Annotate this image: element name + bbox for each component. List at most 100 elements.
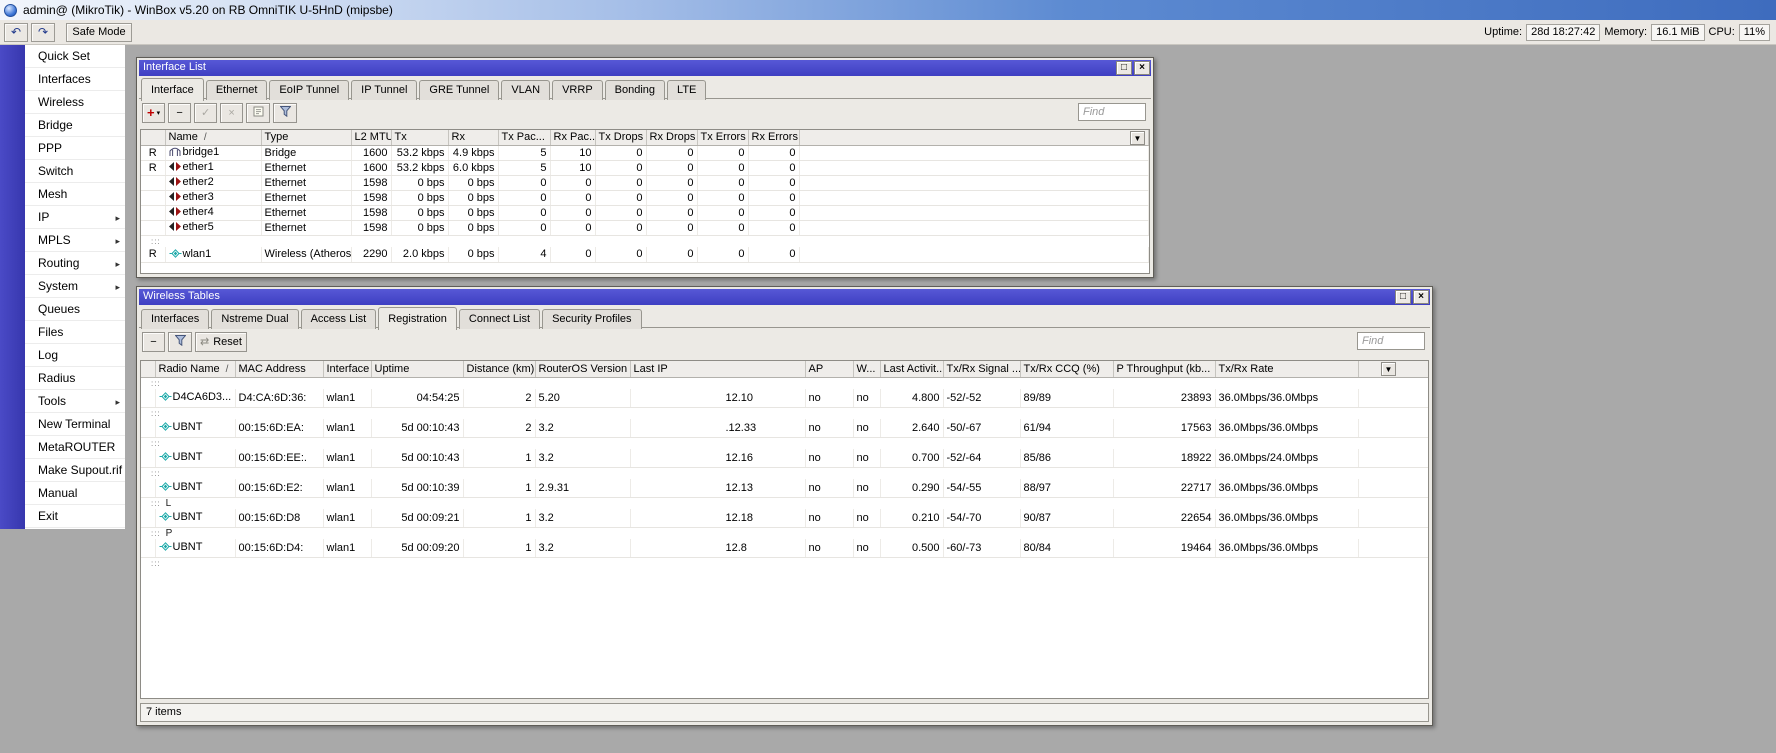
cell-radio-name[interactable]: UBNT (155, 449, 236, 468)
column-header-item[interactable] (141, 361, 156, 378)
comment-row[interactable]: ::: (141, 407, 1428, 419)
table-row[interactable]: ether2 Ethernet 1598 0 bps 0 bps 0 0 0 0 0 0 (141, 175, 1149, 191)
column-header-type[interactable]: Type (261, 130, 352, 146)
cell-type[interactable]: Ethernet (261, 190, 352, 206)
cell-last-ip[interactable]: .12.33 (630, 419, 806, 438)
column-header-tx-rx-ccq[interactable]: Tx/Rx CCQ (%) (1020, 361, 1114, 378)
cell-ap[interactable]: no (805, 449, 854, 468)
sidebar-item-radius[interactable]: Radius (25, 367, 125, 390)
cell-tx-packet[interactable]: 4 (498, 247, 551, 263)
sidebar-item-files[interactable]: Files (25, 321, 125, 344)
cell-name[interactable]: ether1 (165, 160, 262, 176)
table-row[interactable]: ether3 Ethernet 1598 0 bps 0 bps 0 0 0 0 0 0 (141, 190, 1149, 206)
table-row[interactable]: UBNT 00:15:6D:EE:. wlan1 5d 00:10:43 1 3.2 12.… (141, 449, 1428, 468)
cell-flag[interactable]: R (141, 160, 166, 176)
cell-uptime[interactable]: 04:54:25 (371, 389, 464, 408)
sidebar-item-ip[interactable]: IP ▸ (25, 206, 125, 229)
cell-mac-address[interactable]: 00:15:6D:D8 (235, 509, 324, 528)
cell-type[interactable]: Bridge (261, 145, 352, 161)
tab-security-profiles[interactable]: Security Profiles (542, 309, 642, 329)
sidebar-item-make-supout-rif[interactable]: Make Supout.rif (25, 459, 125, 482)
cell-last-activity[interactable]: 0.700 (880, 449, 944, 468)
cell-ap[interactable]: no (805, 479, 854, 498)
cell-type[interactable]: Ethernet (261, 160, 352, 176)
column-selector-dropdown-icon[interactable]: ▼ (1130, 131, 1145, 145)
cell-interface[interactable]: wlan1 (323, 539, 372, 558)
cell-rx-drops[interactable]: 0 (646, 160, 698, 176)
cell-tx[interactable]: 0 bps (391, 220, 449, 236)
tab-vrrp[interactable]: VRRP (552, 80, 603, 100)
comment-row[interactable]: ::: P (141, 527, 1428, 539)
cell-routeros-version[interactable]: 3.2 (535, 419, 631, 438)
cell-tx-drops[interactable]: 0 (595, 205, 647, 221)
column-header-rx-pac[interactable]: Rx Pac... (550, 130, 596, 146)
table-row[interactable]: UBNT 00:15:6D:D4: wlan1 5d 00:09:20 1 3.2 12.8… (141, 539, 1428, 558)
cell-tx-packet[interactable]: 0 (498, 175, 551, 191)
comment-row[interactable]: ::: L (141, 497, 1428, 509)
cell-p-throughput[interactable]: 22717 (1113, 479, 1216, 498)
cell-tx-drops[interactable]: 0 (595, 247, 647, 263)
column-header-tx[interactable]: Tx (391, 130, 449, 146)
cell-sel[interactable] (141, 509, 156, 528)
close-icon[interactable]: × (1413, 290, 1429, 304)
comment-row[interactable]: ::: (141, 467, 1428, 479)
cell-last-activity[interactable]: 2.640 (880, 419, 944, 438)
cell-radio-name[interactable]: UBNT (155, 509, 236, 528)
cell-tx[interactable]: 53.2 kbps (391, 145, 449, 161)
column-header-tx-pac[interactable]: Tx Pac... (498, 130, 551, 146)
column-header-uptime[interactable]: Uptime (371, 361, 464, 378)
column-header-item[interactable] (141, 130, 166, 146)
cell-flag[interactable]: R (141, 247, 166, 263)
find-input[interactable] (1078, 103, 1146, 121)
cell-rx-drops[interactable]: 0 (646, 220, 698, 236)
cell-tx-drops[interactable]: 0 (595, 220, 647, 236)
cell-rx-errors[interactable]: 0 (748, 175, 800, 191)
cell-last-ip[interactable]: 12.8 (630, 539, 806, 558)
cell-interface[interactable]: wlan1 (323, 419, 372, 438)
table-row[interactable]: ether5 Ethernet 1598 0 bps 0 bps 0 0 0 0 0 0 (141, 220, 1149, 236)
cell-rate[interactable]: 36.0Mbps/36.0Mbps (1215, 419, 1359, 438)
sidebar-item-exit[interactable]: Exit (25, 505, 125, 528)
cell-wds[interactable]: no (853, 479, 881, 498)
wireless-tables-titlebar[interactable]: Wireless Tables □ × (139, 289, 1430, 305)
cell-rx-errors[interactable]: 0 (748, 145, 800, 161)
cell-wds[interactable]: no (853, 449, 881, 468)
cell-rx-drops[interactable]: 0 (646, 247, 698, 263)
cell-rx[interactable]: 0 bps (448, 190, 499, 206)
cell-radio-name[interactable]: D4CA6D3... (155, 389, 236, 408)
column-header-tx-errors[interactable]: Tx Errors (697, 130, 749, 146)
cell-name[interactable]: ether5 (165, 220, 262, 236)
column-header-routeros-version[interactable]: RouterOS Version (535, 361, 631, 378)
cell-rx-errors[interactable]: 0 (748, 247, 800, 263)
cell-rate[interactable]: 36.0Mbps/24.0Mbps (1215, 449, 1359, 468)
cell-ap[interactable]: no (805, 509, 854, 528)
cell-distance[interactable]: 1 (463, 509, 536, 528)
cell-signal[interactable]: -54/-70 (943, 509, 1021, 528)
cell-rx-packet[interactable]: 0 (550, 205, 596, 221)
tab-eoip-tunnel[interactable]: EoIP Tunnel (269, 80, 350, 100)
cell-signal[interactable]: -60/-73 (943, 539, 1021, 558)
cell-interface[interactable]: wlan1 (323, 449, 372, 468)
cell-interface[interactable]: wlan1 (323, 509, 372, 528)
cell-routeros-version[interactable]: 2.9.31 (535, 479, 631, 498)
sidebar-item-tools[interactable]: Tools ▸ (25, 390, 125, 413)
comment-row[interactable]: ::: (141, 437, 1428, 449)
cell-ccq[interactable]: 85/86 (1020, 449, 1114, 468)
cell-rx-drops[interactable]: 0 (646, 190, 698, 206)
tab-nstreme-dual[interactable]: Nstreme Dual (211, 309, 299, 329)
close-icon[interactable]: × (1134, 61, 1150, 75)
column-header-tx-rx-signal[interactable]: Tx/Rx Signal ... (943, 361, 1021, 378)
enable-button[interactable]: ✓ (194, 102, 218, 123)
cell-tx-packet[interactable]: 0 (498, 205, 551, 221)
cell-tx[interactable]: 0 bps (391, 190, 449, 206)
cell-rx-packet[interactable]: 0 (550, 175, 596, 191)
maximize-icon[interactable]: □ (1116, 61, 1132, 75)
sidebar-item-mpls[interactable]: MPLS ▸ (25, 229, 125, 252)
cell-distance[interactable]: 1 (463, 539, 536, 558)
cell-signal[interactable]: -54/-55 (943, 479, 1021, 498)
cell-distance[interactable]: 1 (463, 479, 536, 498)
cell-routeros-version[interactable]: 3.2 (535, 449, 631, 468)
cell-tx-drops[interactable]: 0 (595, 160, 647, 176)
sidebar-item-routing[interactable]: Routing ▸ (25, 252, 125, 275)
cell-name[interactable]: ether4 (165, 205, 262, 221)
